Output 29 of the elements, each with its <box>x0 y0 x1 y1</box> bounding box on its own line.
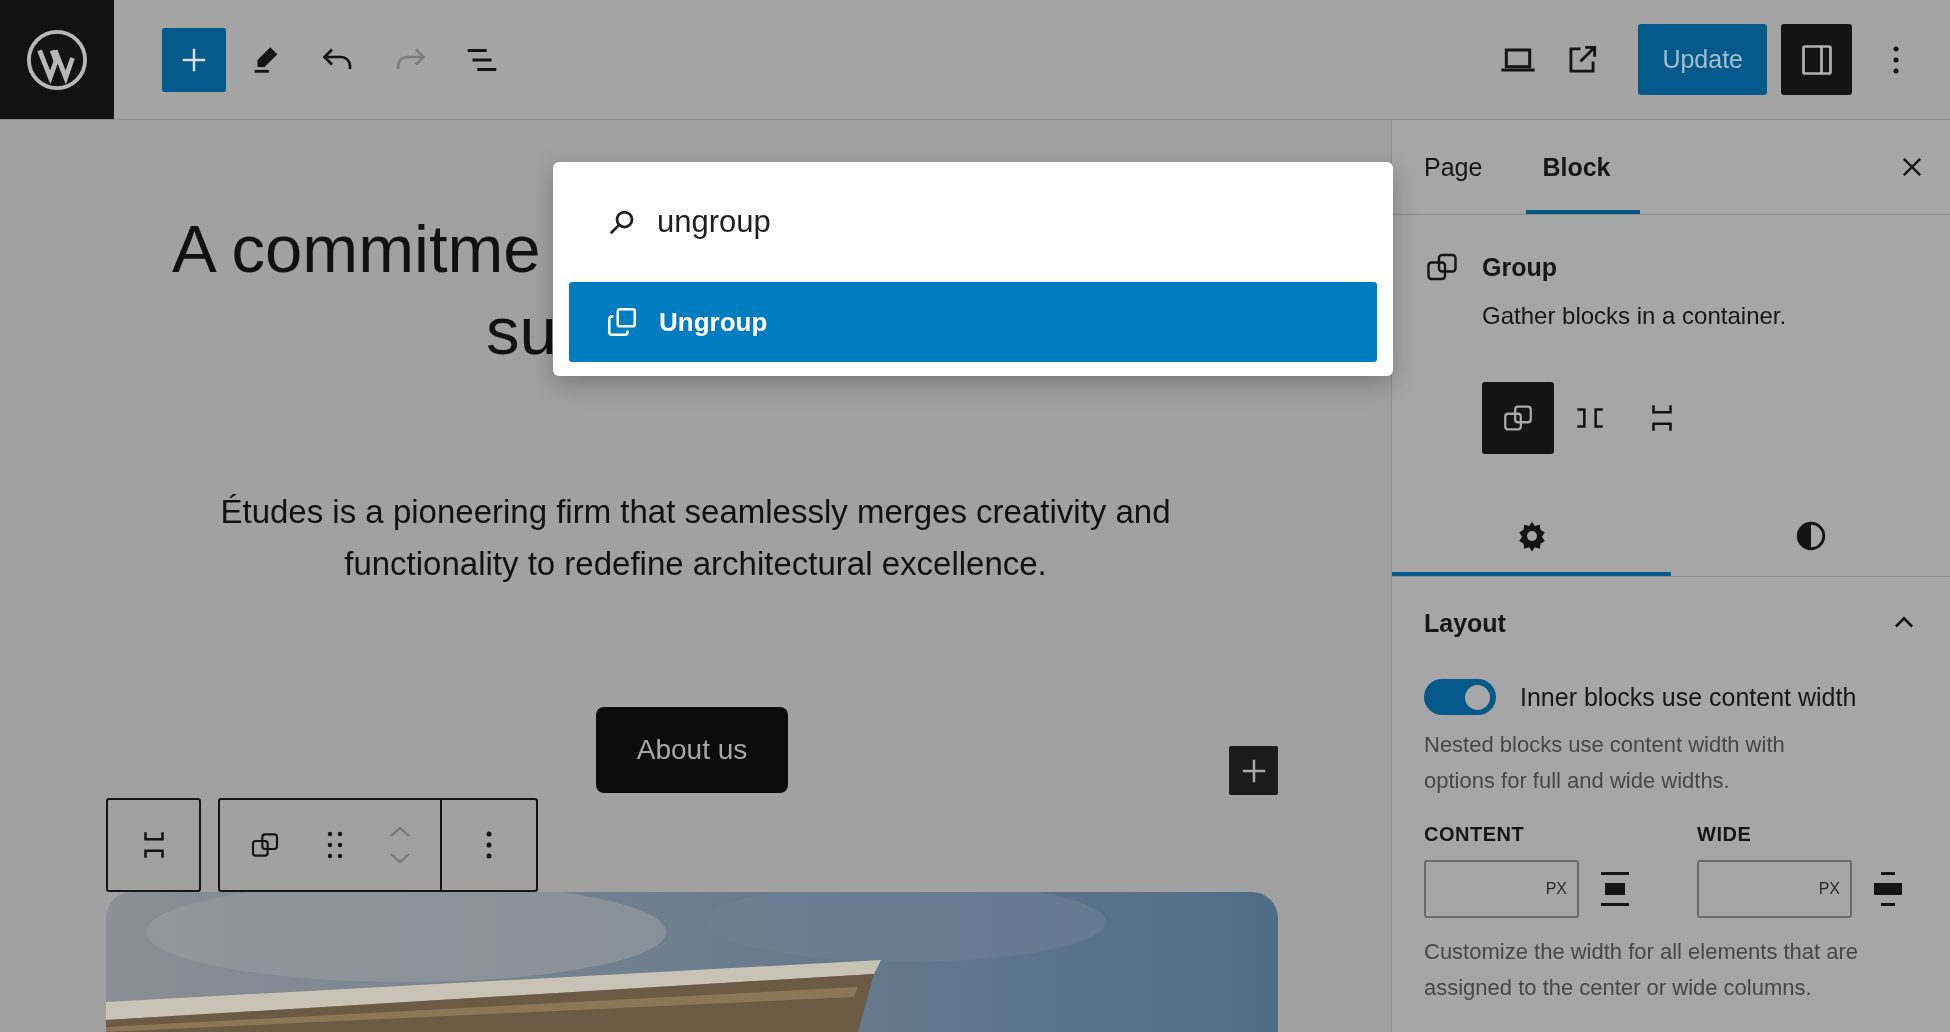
paragraph-text: Études is a pioneering firm that seamlessly merges creativity and <box>220 492 1171 532</box>
block-name: Group <box>1482 253 1558 282</box>
heading-text: A commitme <box>171 210 541 288</box>
help-text: Nested blocks use content width with options for full and wide widths. <box>1424 731 1786 795</box>
wide-width-icon <box>1874 872 1902 906</box>
add-block-button[interactable] <box>1229 746 1278 795</box>
toggle-switch[interactable] <box>1424 679 1496 715</box>
field-label: WIDE <box>1697 823 1753 846</box>
wordpress-logo[interactable] <box>0 0 114 119</box>
field-label: CONTENT <box>1424 823 1526 846</box>
width-input-field[interactable]: PX <box>1424 860 1579 918</box>
update-button[interactable]: Update <box>1638 24 1767 95</box>
command-result[interactable]: Ungroup <box>569 282 1377 362</box>
help-text: Customize the width for all elements that are assigned to the center or wide columns. <box>1424 938 1860 1002</box>
layout-panel-header[interactable]: Layout <box>1424 603 1918 643</box>
sidebar-tab[interactable]: Page <box>1408 120 1513 214</box>
paragraph-text: functionality to redefine architectural excellence. <box>344 544 1047 584</box>
width-input-field[interactable]: PX <box>1697 860 1852 918</box>
ungroup-icon <box>605 305 639 339</box>
content-width-icon <box>1601 872 1629 906</box>
add-block-button[interactable] <box>162 27 226 92</box>
heading-text: su <box>485 292 557 370</box>
command-search-field[interactable]: ungroup <box>655 203 1377 241</box>
toggle-label: Inner blocks use content width <box>1520 682 1857 712</box>
sidebar-tab[interactable]: Block <box>1526 120 1641 214</box>
about-us-button[interactable]: About us <box>596 707 788 793</box>
sidebar-toggle-icon[interactable] <box>1781 24 1852 95</box>
group-variation-icon[interactable] <box>1482 382 1554 454</box>
block-description: Gather blocks in a container. <box>1482 302 1787 330</box>
